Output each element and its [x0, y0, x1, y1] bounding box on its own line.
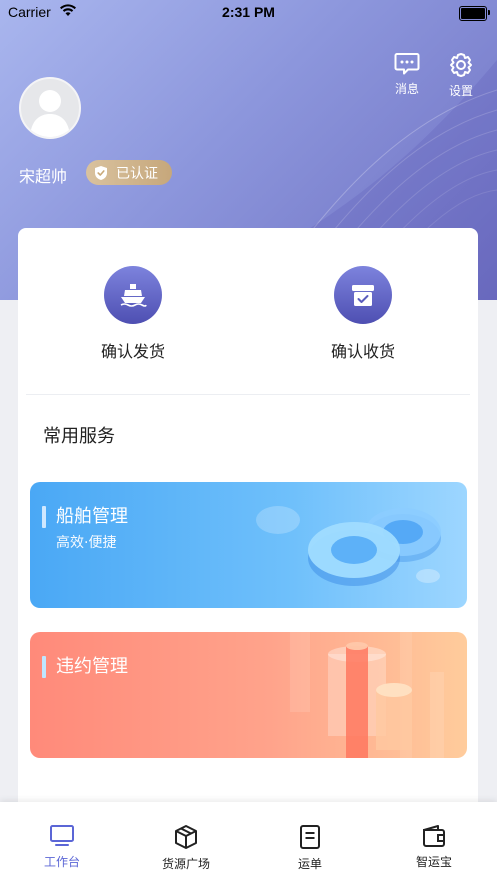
settings-button[interactable]: 设置 — [441, 52, 481, 99]
tab-bar: 工作台 货源广场 运单 智运宝 — [0, 802, 497, 883]
ship-management-title: 船舶管理 — [56, 506, 128, 527]
divider — [26, 394, 470, 395]
monitor-icon — [50, 825, 74, 846]
document-icon — [300, 825, 320, 849]
ship-icon — [120, 284, 147, 307]
breach-management-card[interactable]: 违约管理 — [30, 632, 467, 758]
gear-icon — [450, 53, 472, 77]
wallet-icon — [423, 825, 445, 847]
ship-management-card[interactable]: 船舶管理 高效·便捷 — [30, 482, 467, 608]
status-bar: Carrier 2:31 PM — [0, 0, 497, 26]
tab-cargo-square-label: 货源广场 — [161, 857, 210, 871]
cylinders-illustration — [290, 632, 444, 758]
tab-zhiyunbao-label: 智运宝 — [415, 855, 452, 869]
messages-button[interactable]: 消息 — [387, 52, 427, 97]
messages-label: 消息 — [394, 82, 419, 96]
user-name: 宋超帅 — [19, 167, 68, 186]
ship-icon-circle — [104, 266, 162, 324]
breach-management-title: 违约管理 — [56, 656, 128, 677]
confirm-receipt-button[interactable]: 确认收货 — [303, 266, 423, 362]
breach-card-accent-bar — [42, 656, 46, 678]
ship-card-accent-bar — [42, 506, 46, 528]
verified-label: 已认证 — [116, 165, 158, 182]
tab-waybill[interactable]: 运单 — [265, 824, 355, 872]
main-card: 确认发货 确认收货 常用服务 船舶管理 高效·便捷 违约管理 — [18, 228, 478, 828]
tab-cargo-square[interactable]: 货源广场 — [141, 824, 231, 872]
confirm-shipment-button[interactable]: 确认发货 — [73, 266, 193, 362]
box-icon-circle — [334, 266, 392, 324]
tab-waybill-label: 运单 — [297, 857, 322, 871]
battery-icon — [459, 6, 490, 21]
package-icon — [175, 825, 197, 849]
section-title: 常用服务 — [43, 426, 115, 447]
user-avatar-icon — [30, 90, 70, 137]
tab-zhiyunbao[interactable]: 智运宝 — [389, 824, 479, 870]
settings-label: 设置 — [448, 84, 473, 98]
avatar[interactable] — [19, 77, 81, 139]
shield-check-icon — [95, 165, 107, 180]
confirm-receipt-label: 确认收货 — [330, 342, 395, 361]
ship-management-subtitle: 高效·便捷 — [56, 535, 117, 551]
message-icon — [394, 53, 420, 75]
tab-workbench[interactable]: 工作台 — [17, 824, 107, 870]
box-check-icon — [352, 285, 374, 306]
verified-badge: 已认证 — [86, 160, 172, 185]
confirm-shipment-label: 确认发货 — [100, 342, 165, 361]
tab-workbench-label: 工作台 — [43, 855, 80, 869]
clock: 2:31 PM — [222, 4, 275, 20]
